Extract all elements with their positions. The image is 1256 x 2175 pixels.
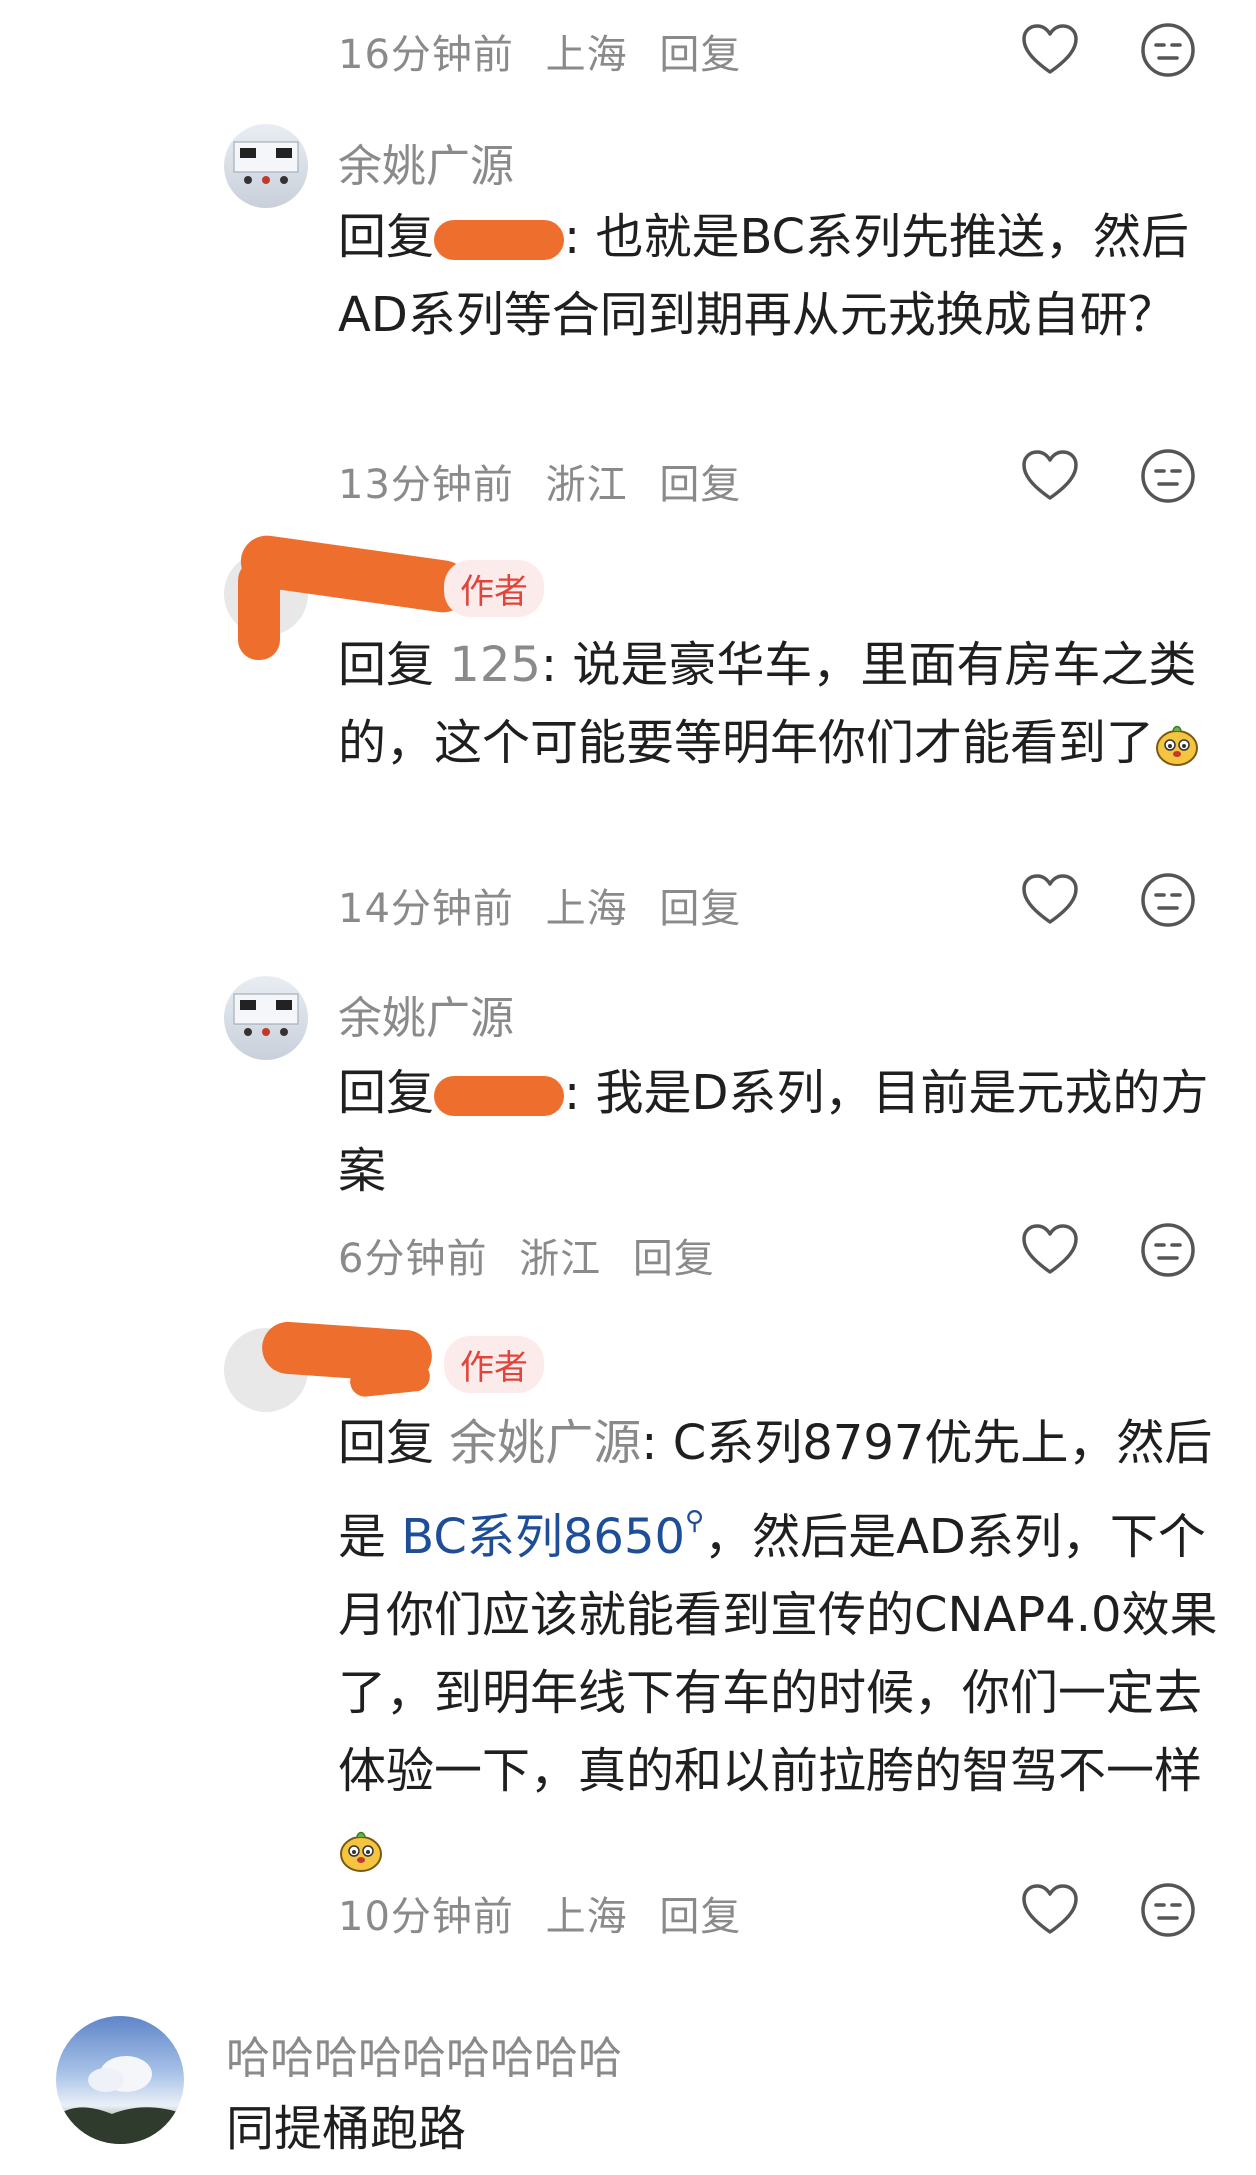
time: 6分钟前 (338, 1236, 488, 1282)
comment-text: 回复 125: 说是豪华车，里面有房车之类的，这个可能要等明年你们才能看到了 (338, 626, 1238, 782)
comment-meta-2: 14分钟前 上海 回复 (338, 876, 759, 934)
author-badge: 作者 (444, 560, 544, 617)
reply-prefix: 回复 (338, 1415, 435, 1471)
product-link[interactable]: BC系列8650 (401, 1509, 685, 1565)
neutral-face-icon[interactable] (1138, 870, 1198, 930)
time: 10分钟前 (338, 1894, 514, 1940)
location: 浙江 (545, 462, 628, 508)
comment-text: 同提桶跑路 (226, 2101, 467, 2157)
neutral-face-icon[interactable] (1138, 1880, 1198, 1940)
comment-meta-0: 16分钟前 上海 回复 (338, 22, 759, 80)
reply-button[interactable]: 回复 (659, 1894, 741, 1940)
neutral-face-icon[interactable] (1138, 20, 1198, 80)
reply-button[interactable]: 回复 (659, 886, 741, 932)
comment-text: 回复: 也就是BC系列先推送，然后AD系列等合同到期再从元戎换成自研？ (338, 198, 1238, 354)
heart-icon[interactable] (1020, 1220, 1080, 1280)
comment-meta-1: 13分钟前 浙江 回复 (338, 452, 759, 510)
mention[interactable]: 余姚广源 (449, 1415, 641, 1471)
reply-button[interactable]: 回复 (633, 1236, 715, 1282)
sticker-icon (338, 1827, 384, 1873)
avatar[interactable] (56, 2016, 184, 2144)
location: 浙江 (519, 1236, 602, 1282)
redacted-mention (434, 1076, 565, 1116)
location: 上海 (545, 1894, 628, 1940)
sticker-icon (1154, 721, 1200, 767)
location: 上海 (545, 886, 628, 932)
time: 16分钟前 (338, 32, 514, 78)
username[interactable]: 哈哈哈哈哈哈哈哈哈 (226, 2022, 622, 2086)
redacted-mention (434, 220, 565, 260)
time: 13分钟前 (338, 462, 514, 508)
username[interactable]: 余姚广源 (338, 130, 514, 194)
mention[interactable]: 125 (449, 637, 541, 693)
comment-meta-4: 10分钟前 上海 回复 (338, 1884, 759, 1942)
heart-icon[interactable] (1020, 20, 1080, 80)
redacted-username (238, 560, 280, 660)
heart-icon[interactable] (1020, 870, 1080, 930)
reply-prefix: 回复 (338, 209, 435, 265)
reply-button[interactable]: 回复 (659, 462, 741, 508)
avatar[interactable] (224, 976, 308, 1060)
comment-text: 回复: 我是D系列，目前是元戎的方案 (338, 1054, 1238, 1210)
reply-prefix: 回复 (338, 637, 435, 693)
heart-icon[interactable] (1020, 446, 1080, 506)
comment-meta-3: 6分钟前 浙江 回复 (338, 1226, 733, 1284)
username[interactable]: 余姚广源 (338, 982, 514, 1046)
neutral-face-icon[interactable] (1138, 1220, 1198, 1280)
author-badge: 作者 (444, 1336, 544, 1393)
location: 上海 (545, 32, 628, 78)
reply-prefix: 回复 (338, 1065, 435, 1121)
comment-text: 回复 余姚广源: C系列8797优先上，然后是 BC系列8650⚲，然后是AD系… (338, 1404, 1238, 1888)
neutral-face-icon[interactable] (1138, 446, 1198, 506)
time: 14分钟前 (338, 886, 514, 932)
avatar[interactable] (224, 124, 308, 208)
search-icon[interactable]: ⚲ (685, 1506, 704, 1536)
reply-button[interactable]: 回复 (659, 32, 741, 78)
heart-icon[interactable] (1020, 1880, 1080, 1940)
